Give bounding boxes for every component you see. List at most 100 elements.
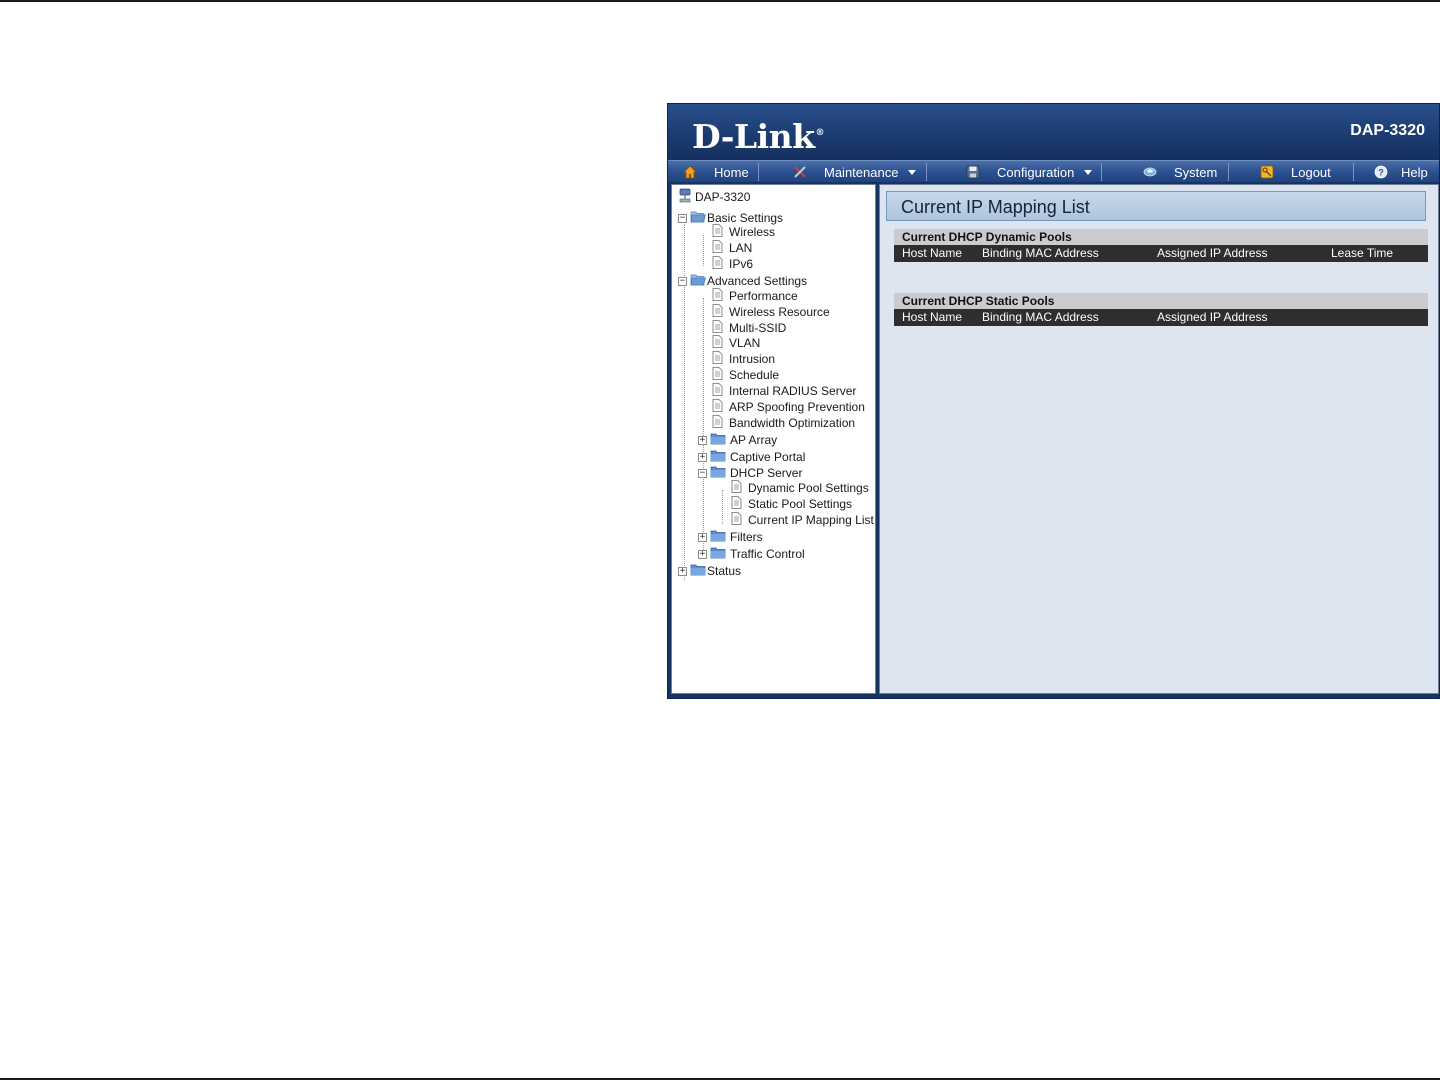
folder-icon [690, 563, 706, 579]
tree-label: Current IP Mapping List [748, 513, 874, 527]
expand-icon[interactable]: + [698, 532, 707, 542]
tree-item-filters[interactable]: + Filters [698, 529, 763, 545]
tree-item-lan[interactable]: LAN [712, 240, 752, 256]
nav-maintenance-label: Maintenance [824, 164, 899, 180]
tree-guide [722, 490, 723, 524]
tree-item-ipv6[interactable]: IPv6 [712, 256, 753, 272]
tree-item-status[interactable]: + Status [678, 563, 741, 579]
nav-separator [758, 163, 759, 181]
column-lease-time: Lease Time [1331, 246, 1394, 260]
tree-item-traffic-control[interactable]: + Traffic Control [698, 546, 805, 562]
tree-item-performance[interactable]: Performance [712, 288, 798, 304]
document-icon [712, 335, 723, 351]
tree-item-vlan[interactable]: VLAN [712, 335, 760, 351]
tree-label: Dynamic Pool Settings [748, 481, 869, 495]
expand-icon[interactable]: + [698, 549, 707, 559]
tree-item-dynamic-pool-settings[interactable]: Dynamic Pool Settings [731, 480, 869, 496]
tree-label: DHCP Server [730, 466, 803, 480]
page-top-rule [0, 0, 1440, 2]
static-pools-column-header: Host Name Binding MAC Address Assigned I… [894, 309, 1428, 326]
nav-separator [1101, 163, 1102, 181]
page-bottom-rule [0, 1078, 1440, 1080]
nav-separator [926, 163, 927, 181]
tree-label: ARP Spoofing Prevention [729, 400, 865, 414]
nav-configuration-label: Configuration [997, 164, 1075, 180]
tree-item-dhcp-server[interactable]: − DHCP Server [698, 465, 802, 481]
key-icon [1259, 164, 1275, 180]
svg-text:?: ? [1378, 168, 1384, 178]
home-icon [682, 164, 698, 180]
nav-logout[interactable]: Logout [1259, 163, 1331, 181]
document-icon [731, 512, 742, 528]
folder-icon [710, 449, 726, 465]
expand-icon[interactable]: + [698, 452, 707, 462]
document-icon [731, 480, 742, 496]
tree-item-internal-radius-server[interactable]: Internal RADIUS Server [712, 383, 856, 399]
document-icon [731, 496, 742, 512]
collapse-icon[interactable]: − [678, 213, 687, 223]
nav-home-label: Home [714, 164, 749, 180]
nav-help-label: Help [1401, 164, 1428, 180]
nav-system-label: System [1174, 164, 1218, 180]
tree-item-intrusion[interactable]: Intrusion [712, 351, 775, 367]
tree-item-ap-array[interactable]: + AP Array [698, 432, 777, 448]
dynamic-pools-heading: Current DHCP Dynamic Pools [894, 229, 1428, 245]
help-icon: ? [1373, 164, 1389, 180]
nav-separator [1228, 163, 1229, 181]
dlink-logo: D-Link® [692, 117, 825, 156]
tree-label: Captive Portal [730, 450, 806, 464]
tree-item-root[interactable]: DAP-3320 [678, 188, 751, 205]
document-icon [712, 224, 723, 240]
collapse-icon[interactable]: − [678, 276, 687, 286]
nav-maintenance[interactable]: Maintenance [792, 163, 917, 181]
tree-label: LAN [729, 241, 753, 255]
tree-label: Static Pool Settings [748, 497, 853, 511]
document-icon [712, 304, 723, 320]
tree-label: Traffic Control [730, 547, 805, 561]
tree-item-static-pool-settings[interactable]: Static Pool Settings [731, 496, 852, 512]
tree-item-bandwidth-optimization[interactable]: Bandwidth Optimization [712, 415, 855, 431]
nav-configuration[interactable]: Configuration [965, 163, 1093, 181]
document-icon [712, 320, 723, 336]
folder-icon [710, 546, 726, 562]
tree-label: Basic Settings [707, 211, 784, 225]
column-assigned-ip: Assigned IP Address [1157, 246, 1268, 260]
expand-icon[interactable]: + [678, 566, 687, 576]
folder-open-icon [690, 273, 706, 289]
tree-item-multi-ssid[interactable]: Multi-SSID [712, 320, 786, 336]
chevron-down-icon [1084, 169, 1093, 175]
folder-icon [710, 432, 726, 448]
expand-icon[interactable]: + [698, 435, 707, 445]
top-nav: Home Maintenance Configuration System Lo… [668, 160, 1439, 182]
tree-label: Wireless [729, 225, 776, 239]
folder-open-icon [690, 210, 706, 226]
tree-label: Bandwidth Optimization [729, 416, 856, 430]
column-binding-mac: Binding MAC Address [982, 246, 1099, 260]
tree-item-wireless-resource[interactable]: Wireless Resource [712, 304, 830, 320]
column-assigned-ip: Assigned IP Address [1157, 310, 1268, 324]
document-icon [712, 288, 723, 304]
folder-icon [710, 529, 726, 545]
tree-item-advanced-settings[interactable]: − Advanced Settings [678, 273, 807, 289]
collapse-icon[interactable]: − [698, 468, 707, 478]
tree-item-wireless[interactable]: Wireless [712, 224, 775, 240]
document-icon [712, 351, 723, 367]
nav-system[interactable]: System [1142, 163, 1217, 181]
tree-label: DAP-3320 [695, 190, 751, 204]
document-icon [712, 240, 723, 256]
tree-label: VLAN [729, 336, 761, 350]
tree-item-arp-spoofing[interactable]: ARP Spoofing Prevention [712, 399, 865, 415]
nav-home[interactable]: Home [682, 163, 749, 181]
nav-help[interactable]: ? Help [1373, 163, 1428, 181]
tree-label: Schedule [729, 368, 780, 382]
tree-label: Wireless Resource [729, 305, 830, 319]
tree-item-captive-portal[interactable]: + Captive Portal [698, 449, 805, 465]
page-title: Current IP Mapping List [901, 197, 1090, 217]
document-icon [712, 367, 723, 383]
tree-label: Intrusion [729, 352, 776, 366]
tools-icon [792, 164, 808, 180]
static-pools-heading: Current DHCP Static Pools [894, 293, 1428, 309]
tree-item-current-ip-mapping-list[interactable]: Current IP Mapping List [731, 512, 874, 528]
tree-label: IPv6 [729, 257, 754, 271]
tree-item-schedule[interactable]: Schedule [712, 367, 779, 383]
